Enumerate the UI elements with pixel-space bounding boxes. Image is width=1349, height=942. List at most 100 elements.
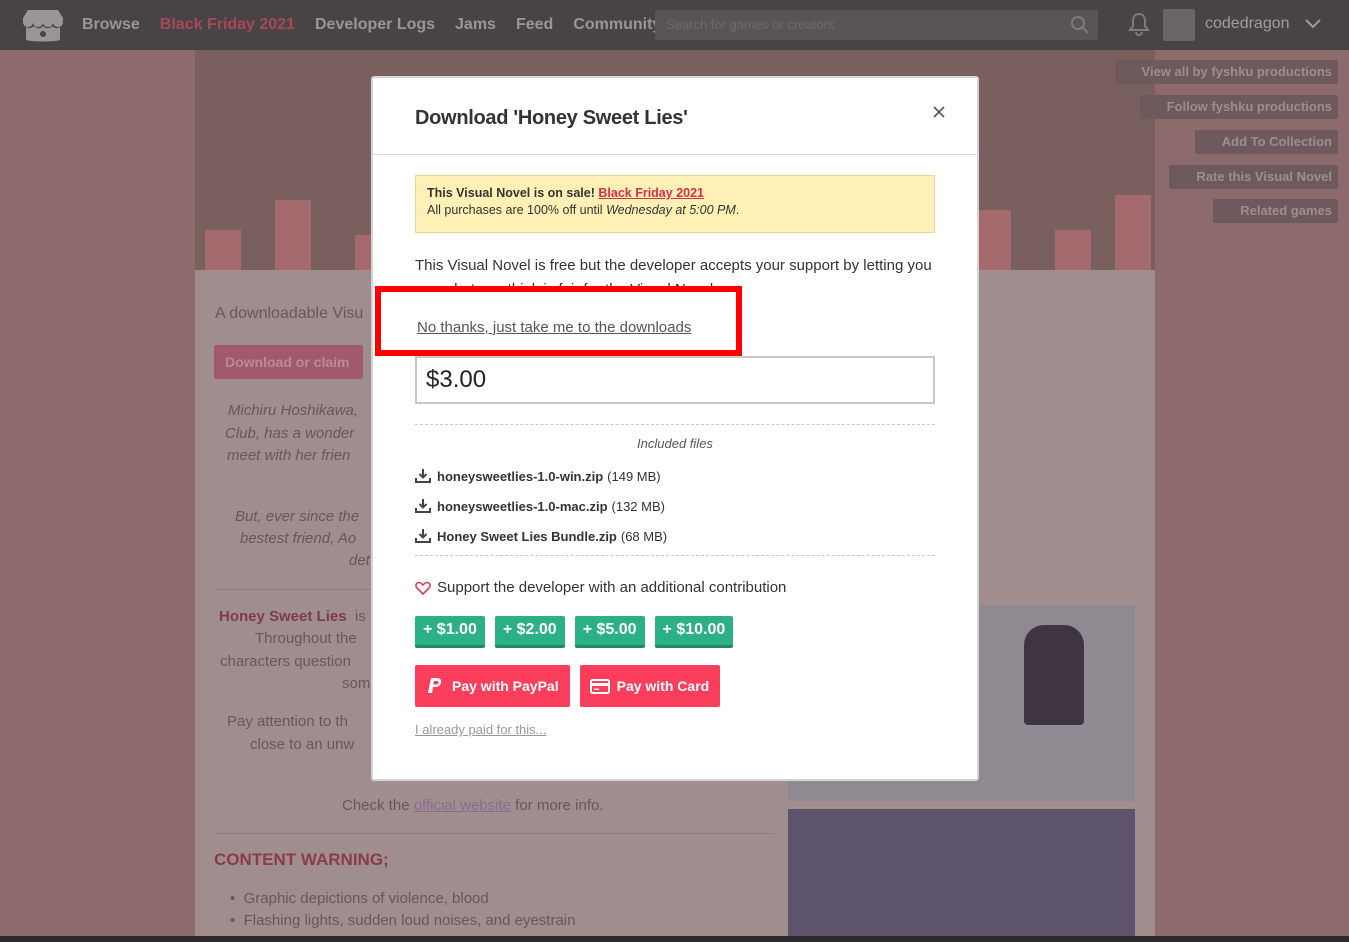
desc-line: meet with her frien (227, 447, 351, 464)
paypal-icon (428, 678, 442, 693)
download-modal: Download 'Honey Sweet Lies' This Visual … (371, 76, 979, 781)
itchio-logo-icon[interactable] (22, 7, 64, 43)
divider (415, 555, 935, 556)
tip-5-button[interactable]: + $5.00 (574, 616, 645, 648)
file-name: honeysweetlies-1.0-win.zip (437, 468, 604, 484)
bottom-bar (0, 936, 1349, 942)
card-label: Pay with Card (616, 678, 710, 694)
highlight-box: No thanks, just take me to the downloads (375, 286, 742, 356)
sale-prefix: This Visual Novel is on sale! (427, 186, 595, 200)
nav-community[interactable]: Community (573, 16, 661, 34)
character-figure (1024, 625, 1084, 725)
support-label: Support the developer with an additional… (415, 579, 786, 596)
top-nav: Browse Black Friday 2021 Developer Logs … (0, 0, 1349, 50)
tip-10-button[interactable]: + $10.00 (654, 616, 734, 648)
modal-title: Download 'Honey Sweet Lies' (415, 107, 688, 129)
sale-line2-post: . (735, 203, 740, 217)
warning-text: Graphic depictions of violence, blood (243, 890, 489, 907)
check-website-text: Check the official website for more info… (342, 797, 604, 814)
username[interactable]: codedragon (1205, 15, 1290, 33)
follow-label: Follow fyshku productions (1166, 99, 1332, 114)
search-input[interactable]: Search for games or creators (655, 10, 1098, 40)
desc-line: is (355, 608, 366, 625)
file-size: (68 MB) (620, 528, 668, 544)
search-placeholder: Search for games or creators (666, 17, 835, 32)
screenshot-thumbnail[interactable] (788, 809, 1135, 936)
nav-browse[interactable]: Browse (82, 16, 140, 34)
desc-line: som (342, 675, 371, 692)
file-name: honeysweetlies-1.0-mac.zip (437, 498, 608, 514)
warning-item: • Graphic depictions of violence, blood (230, 890, 489, 907)
rate-label: Rate this Visual Novel (1196, 169, 1332, 184)
check-post: for more info. (515, 797, 604, 814)
credit-card-icon (589, 679, 610, 694)
desc-line: characters question (220, 653, 351, 670)
tip-buttons: + $1.00 + $2.00 + $5.00 + $10.00 (415, 616, 743, 648)
desc-line: But, ever since the (235, 508, 360, 525)
desc-line: Pay attention to th (227, 713, 348, 730)
download-icon (415, 499, 431, 513)
close-icon[interactable] (929, 102, 949, 122)
follow-developer-button[interactable]: Follow fyshku productions (1139, 95, 1338, 119)
price-input[interactable] (415, 356, 935, 404)
download-icon (415, 469, 431, 483)
already-paid-link[interactable]: I already paid for this... (415, 722, 547, 737)
content-warning-heading: CONTENT WARNING; (214, 850, 389, 869)
chevron-down-icon[interactable] (1304, 15, 1322, 33)
rate-button[interactable]: Rate this Visual Novel (1169, 165, 1338, 189)
file-item: honeysweetlies-1.0-mac.zip (132 MB) (415, 498, 665, 514)
view-all-label: View all by fyshku productions (1141, 64, 1332, 79)
sale-notice: This Visual Novel is on sale! Black Frid… (415, 175, 935, 233)
payment-buttons: Pay with PayPal Pay with Card (415, 665, 730, 707)
add-collection-label: Add To Collection (1221, 134, 1332, 149)
bell-icon[interactable] (1128, 12, 1150, 36)
game-tagline: A downloadable Visu (215, 305, 364, 322)
desc-line: Club, has a wonder (225, 425, 355, 442)
included-files-label: Included files (637, 436, 713, 451)
black-friday-link[interactable]: Black Friday 2021 (598, 186, 704, 200)
divider (214, 833, 774, 834)
file-item: Honey Sweet Lies Bundle.zip (68 MB) (415, 528, 667, 544)
file-name: Honey Sweet Lies Bundle.zip (437, 528, 617, 544)
file-item: honeysweetlies-1.0-win.zip (149 MB) (415, 468, 661, 484)
sale-notice-line2: All purchases are 100% off until Wednesd… (427, 203, 923, 217)
official-website-link[interactable]: official website (414, 797, 511, 814)
sale-end-time: Wednesday at 5:00 PM (606, 203, 736, 217)
nav-feed[interactable]: Feed (516, 16, 553, 34)
support-text: Support the developer with an additional… (437, 579, 787, 596)
sale-notice-line1: This Visual Novel is on sale! Black Frid… (427, 186, 923, 200)
desc-line: close to an unw (250, 736, 355, 753)
tip-amount: $5.00 (596, 621, 637, 638)
divider (415, 424, 935, 425)
warning-text: Flashing lights, sudden loud noises, and… (243, 912, 576, 929)
modal-header: Download 'Honey Sweet Lies' (373, 78, 977, 155)
pay-with-paypal-button[interactable]: Pay with PayPal (415, 665, 570, 707)
tip-amount: $2.00 (516, 621, 557, 638)
heart-icon (415, 581, 431, 595)
related-games-button[interactable]: Related games (1213, 199, 1338, 223)
pay-with-card-button[interactable]: Pay with Card (579, 665, 721, 707)
nav-developer-logs[interactable]: Developer Logs (315, 16, 435, 34)
paypal-label: Pay with PayPal (452, 678, 559, 694)
tip-2-button[interactable]: + $2.00 (494, 616, 565, 648)
download-icon (415, 529, 431, 543)
download-or-claim-button[interactable]: Download or claim (214, 345, 363, 379)
view-all-by-developer-button[interactable]: View all by fyshku productions (1114, 60, 1338, 84)
desc-game-title: Honey Sweet Lies (219, 608, 347, 625)
nav-jams[interactable]: Jams (455, 16, 496, 34)
search-icon[interactable] (1070, 15, 1090, 35)
nav-black-friday[interactable]: Black Friday 2021 (160, 16, 295, 34)
file-size: (149 MB) (607, 468, 661, 484)
tip-amount: $10.00 (676, 621, 726, 638)
file-size: (132 MB) (611, 498, 665, 514)
no-thanks-downloads-link[interactable]: No thanks, just take me to the downloads (417, 319, 691, 336)
add-to-collection-button[interactable]: Add To Collection (1194, 130, 1338, 154)
tip-1-button[interactable]: + $1.00 (415, 616, 485, 648)
tip-amount: $1.00 (436, 621, 477, 638)
desc-line: bestest friend, Ao (240, 530, 357, 547)
desc-line: Throughout the (255, 630, 357, 647)
desc-line: det (349, 552, 370, 569)
desc-line: Michiru Hoshikawa, (228, 402, 359, 419)
avatar[interactable] (1163, 9, 1195, 41)
warning-item: • Flashing lights, sudden loud noises, a… (230, 912, 576, 929)
